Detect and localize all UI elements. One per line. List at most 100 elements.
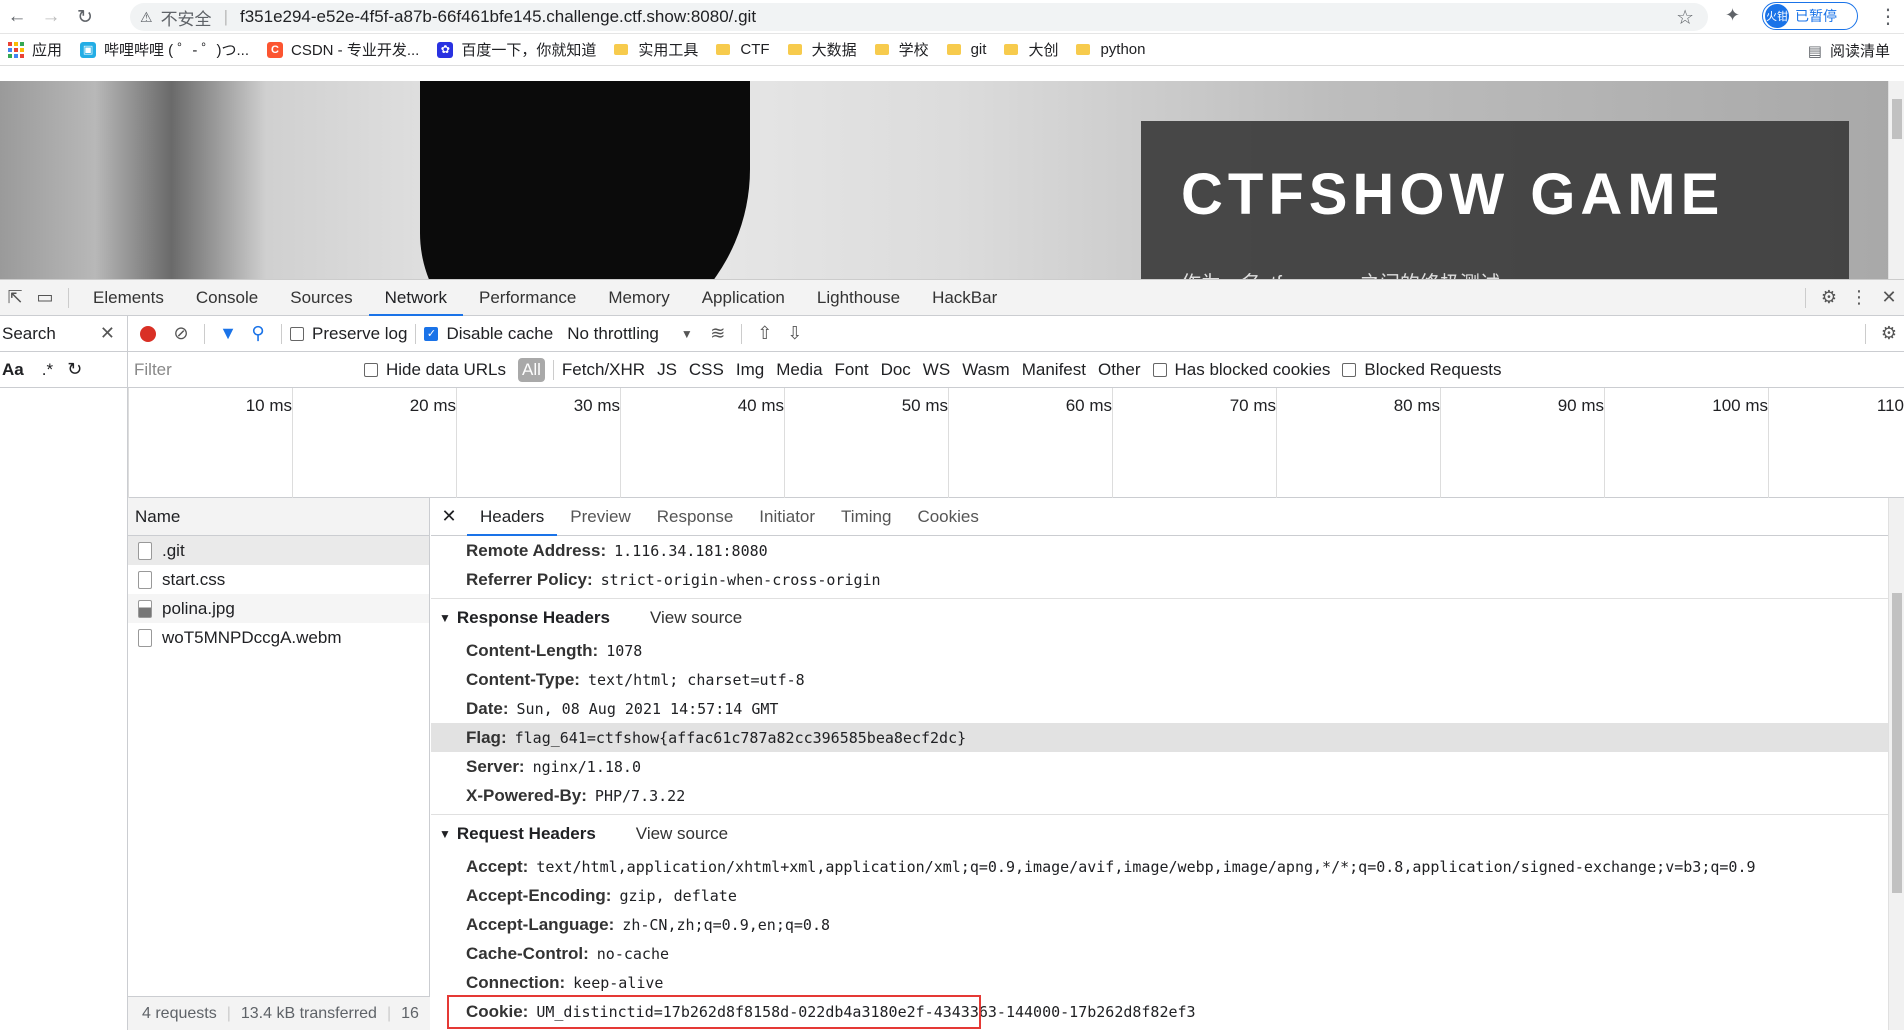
- search-pane-label: Search: [2, 323, 56, 343]
- tab-console[interactable]: Console: [180, 280, 274, 316]
- tab-sources[interactable]: Sources: [274, 280, 368, 316]
- filter-font[interactable]: Font: [835, 360, 869, 380]
- header-row: Cache-Control: no-cache: [466, 943, 670, 963]
- bookmark-star-icon[interactable]: ☆: [1676, 5, 1694, 30]
- folder-icon: [716, 44, 731, 55]
- filter-all[interactable]: All: [518, 357, 545, 382]
- browser-menu-icon[interactable]: ⋮: [1878, 4, 1898, 29]
- tab-preview[interactable]: Preview: [557, 498, 643, 536]
- tab-elements[interactable]: Elements: [77, 280, 180, 316]
- filter-css[interactable]: CSS: [689, 360, 724, 380]
- document-icon: [138, 628, 152, 647]
- bilibili-icon: ▣: [80, 41, 97, 58]
- filter-fetch-xhr[interactable]: Fetch/XHR: [562, 360, 645, 380]
- close-search-icon[interactable]: ✕: [100, 323, 115, 344]
- blocked-requests-label: Blocked Requests: [1364, 359, 1502, 379]
- match-case-button[interactable]: Aa: [2, 360, 24, 380]
- network-settings-icon[interactable]: ⚙: [1874, 323, 1904, 344]
- bookmark-folder-school[interactable]: 学校: [874, 39, 929, 60]
- filter-wasm[interactable]: Wasm: [962, 360, 1010, 380]
- disable-cache-checkbox[interactable]: ✓: [424, 326, 439, 341]
- refresh-search-icon[interactable]: ↻: [67, 359, 82, 380]
- close-devtools-icon[interactable]: ✕: [1874, 287, 1904, 308]
- chevron-down-icon[interactable]: ▼: [681, 327, 693, 341]
- bookmark-folder-bigdata[interactable]: 大数据: [787, 39, 857, 60]
- request-headers-section[interactable]: ▼ Request Headers View source: [431, 814, 1904, 852]
- bookmark-bilibili[interactable]: ▣ 哔哩哔哩 ( ゜- ゜)つ...: [80, 39, 249, 60]
- tab-network[interactable]: Network: [368, 280, 464, 316]
- tab-cookies[interactable]: Cookies: [904, 498, 991, 536]
- tab-headers[interactable]: Headers: [467, 498, 558, 536]
- bookmark-folder-dachuang[interactable]: 大创: [1004, 39, 1058, 60]
- view-source-link[interactable]: View source: [636, 824, 728, 844]
- inspect-element-icon[interactable]: ⇱: [0, 287, 30, 308]
- bookmark-folder-ctf[interactable]: CTF: [716, 41, 770, 58]
- bookmark-label: 哔哩哔哩 ( ゜- ゜)つ...: [104, 42, 250, 59]
- record-button[interactable]: [140, 325, 156, 342]
- back-icon[interactable]: ←: [0, 6, 34, 28]
- url-field[interactable]: ⚠ 不安全 | f351e294-e52e-4f5f-a87b-66f461bf…: [130, 3, 1708, 31]
- filter-doc[interactable]: Doc: [881, 360, 911, 380]
- bookmark-csdn[interactable]: C CSDN - 专业开发...: [267, 39, 419, 60]
- preserve-log-checkbox[interactable]: [290, 326, 304, 341]
- tab-performance[interactable]: Performance: [463, 280, 592, 316]
- filter-ws[interactable]: WS: [923, 360, 950, 380]
- bookmark-baidu[interactable]: ✿ 百度一下，你就知道: [437, 39, 596, 60]
- filter-input[interactable]: Filter: [128, 356, 350, 383]
- tab-hackbar[interactable]: HackBar: [916, 280, 1013, 316]
- network-conditions-icon[interactable]: ≋: [703, 323, 733, 344]
- import-har-icon[interactable]: ⇧: [750, 323, 780, 344]
- request-row[interactable]: woT5MNPDccgA.webm: [128, 623, 429, 652]
- details-scrollbar[interactable]: [1888, 498, 1904, 1030]
- filter-js[interactable]: JS: [657, 360, 677, 380]
- view-source-link[interactable]: View source: [650, 608, 742, 628]
- filter-other[interactable]: Other: [1098, 360, 1141, 380]
- devtools-panel: ⇱ ▭ Elements Console Sources Network Per…: [0, 279, 1904, 1030]
- hide-data-urls-checkbox[interactable]: [364, 362, 378, 377]
- request-row[interactable]: polina.jpg: [128, 594, 429, 623]
- device-toolbar-icon[interactable]: ▭: [30, 287, 60, 308]
- regex-button[interactable]: .*: [42, 360, 53, 380]
- disable-cache-toggle[interactable]: ✓ Disable cache: [424, 324, 553, 344]
- search-icon[interactable]: ⚲: [243, 323, 273, 344]
- response-headers-section[interactable]: ▼ Response Headers View source: [431, 598, 1904, 636]
- blocked-requests-checkbox[interactable]: [1342, 362, 1357, 377]
- bookmark-folder-python[interactable]: python: [1076, 41, 1146, 58]
- filter-icon[interactable]: ▼: [213, 323, 243, 344]
- request-row[interactable]: start.css: [128, 565, 429, 594]
- tab-timing[interactable]: Timing: [828, 498, 904, 536]
- tab-response[interactable]: Response: [644, 498, 747, 536]
- status-bar: 4 requests | 13.4 kB transferred | 16: [128, 996, 430, 1030]
- header-row: Content-Type: text/html; charset=utf-8: [466, 669, 805, 689]
- filter-media[interactable]: Media: [776, 360, 822, 380]
- reload-icon[interactable]: ↻: [68, 6, 102, 29]
- has-blocked-cookies-toggle[interactable]: Has blocked cookies: [1152, 360, 1330, 380]
- settings-gear-icon[interactable]: ⚙: [1814, 287, 1844, 308]
- clear-icon[interactable]: ⊘: [166, 323, 196, 344]
- throttling-select[interactable]: No throttling: [567, 324, 659, 344]
- extensions-icon[interactable]: ✦: [1725, 5, 1740, 26]
- filter-img[interactable]: Img: [736, 360, 764, 380]
- request-row[interactable]: .git: [128, 536, 429, 565]
- tab-memory[interactable]: Memory: [592, 280, 685, 316]
- hide-data-urls-toggle[interactable]: Hide data URLs: [364, 360, 506, 380]
- has-blocked-cookies-checkbox[interactable]: [1152, 362, 1167, 377]
- forward-icon[interactable]: →: [34, 6, 68, 28]
- blocked-requests-toggle[interactable]: Blocked Requests: [1342, 360, 1501, 380]
- tab-lighthouse[interactable]: Lighthouse: [801, 280, 916, 316]
- bookmark-folder-git[interactable]: git: [946, 41, 986, 58]
- filter-manifest[interactable]: Manifest: [1022, 360, 1086, 380]
- profile-button[interactable]: 火钳 已暂停: [1762, 2, 1858, 30]
- bookmark-folder-tools[interactable]: 实用工具: [614, 39, 698, 60]
- tab-initiator[interactable]: Initiator: [746, 498, 828, 536]
- bookmark-apps[interactable]: 应用: [8, 39, 62, 60]
- tab-application[interactable]: Application: [686, 280, 801, 316]
- preserve-log-toggle[interactable]: Preserve log: [290, 324, 407, 344]
- more-options-icon[interactable]: ⋮: [1844, 287, 1874, 308]
- page-scrollbar[interactable]: [1888, 81, 1904, 279]
- name-column-header[interactable]: Name: [128, 498, 429, 536]
- export-har-icon[interactable]: ⇩: [780, 323, 810, 344]
- network-overview[interactable]: 10 ms 20 ms 30 ms 40 ms 50 ms 60 ms 70 m…: [128, 388, 1904, 498]
- reading-list-button[interactable]: ▤ 阅读清单: [1808, 40, 1890, 61]
- close-details-icon[interactable]: ✕: [431, 506, 467, 527]
